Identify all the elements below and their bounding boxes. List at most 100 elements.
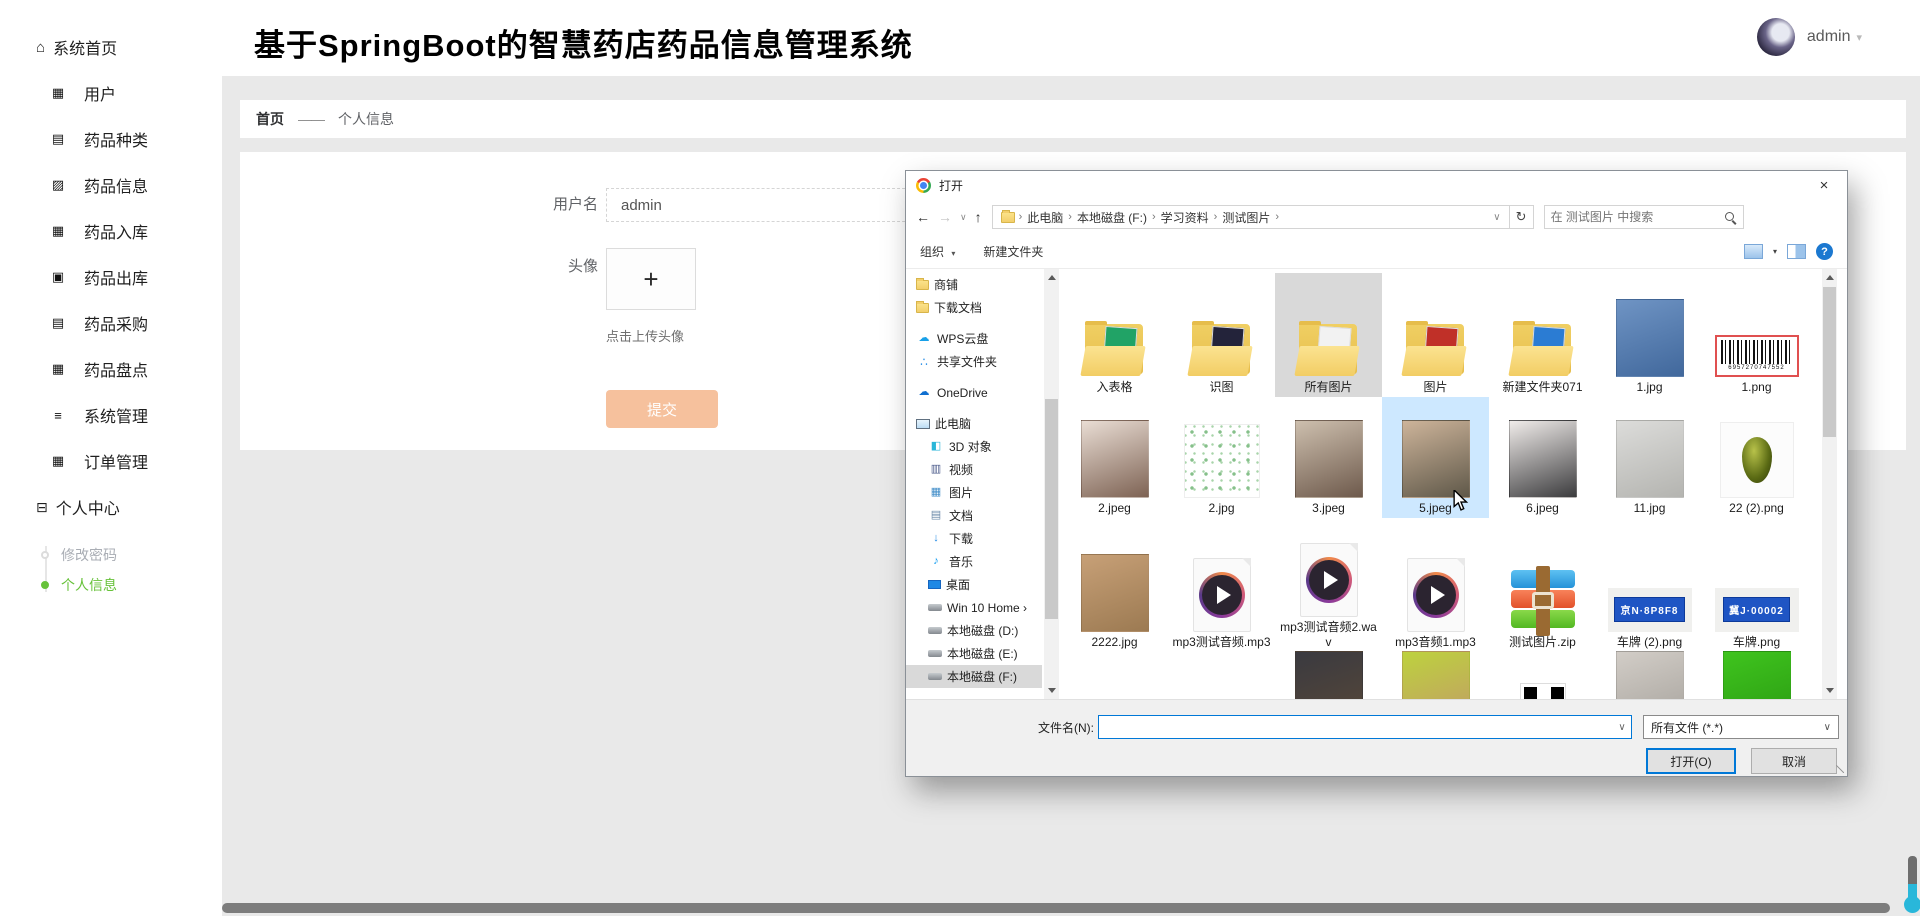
sidebar-item-药品盘点[interactable]: ▦药品盘点 bbox=[0, 346, 222, 392]
address-segment[interactable]: 本地磁盘 (F:) bbox=[1072, 209, 1152, 226]
search-icon[interactable] bbox=[1724, 211, 1737, 224]
tree-scrollbar[interactable] bbox=[1044, 269, 1059, 699]
sidebar-subitem-修改密码[interactable]: 修改密码 bbox=[0, 540, 222, 570]
address-segment[interactable]: 学习资料 bbox=[1156, 209, 1214, 226]
preview-pane-icon[interactable] bbox=[1787, 244, 1806, 259]
tree-item-共享文件夹[interactable]: ∴共享文件夹 bbox=[906, 350, 1042, 373]
file-item-入表格[interactable]: 入表格 bbox=[1061, 273, 1168, 397]
sidebar-item-药品入库[interactable]: ▦药品入库 bbox=[0, 208, 222, 254]
submit-button[interactable]: 提交 bbox=[606, 390, 718, 428]
filetype-select[interactable]: 所有文件 (*.*) ∨ bbox=[1643, 715, 1839, 739]
tree-item-图片[interactable]: ▦图片 bbox=[906, 481, 1042, 504]
search-input[interactable] bbox=[1551, 210, 1724, 224]
tree-item-视频[interactable]: ▥视频 bbox=[906, 458, 1042, 481]
organize-button[interactable]: 组织 ▾ bbox=[920, 243, 955, 260]
tree-item-本地磁盘 (D:)[interactable]: 本地磁盘 (D:) bbox=[906, 619, 1042, 642]
address-segment[interactable]: 此电脑 bbox=[1022, 209, 1068, 226]
tree-item-下载[interactable]: ↓下载 bbox=[906, 527, 1042, 550]
file-item-11.jpg[interactable]: 11.jpg bbox=[1596, 397, 1703, 518]
sidebar-item-药品出库[interactable]: ▣药品出库 bbox=[0, 254, 222, 300]
up-icon[interactable]: ↑ bbox=[975, 209, 982, 225]
history-dropdown-icon[interactable]: ∨ bbox=[960, 212, 967, 223]
file-item-mp3测试音频2.wav[interactable]: mp3测试音频2.wav bbox=[1275, 518, 1382, 652]
sidebar-item-药品种类[interactable]: ▤药品种类 bbox=[0, 116, 222, 162]
sidebar-subitem-个人信息[interactable]: 个人信息 bbox=[0, 570, 222, 600]
file-item-2222.jpg[interactable]: 2222.jpg bbox=[1061, 518, 1168, 652]
tree-item-本地磁盘 (F:)[interactable]: 本地磁盘 (F:) bbox=[906, 665, 1042, 688]
filename-input[interactable] bbox=[1099, 716, 1613, 738]
scroll-down-icon[interactable] bbox=[1044, 684, 1059, 699]
sidebar-item-用户[interactable]: ▦用户 bbox=[0, 70, 222, 116]
scroll-up-icon[interactable] bbox=[1822, 269, 1837, 284]
file-item-识图[interactable]: 识图 bbox=[1168, 273, 1275, 397]
view-dropdown-icon[interactable]: ▾ bbox=[1773, 247, 1777, 256]
refresh-button[interactable]: ↻ bbox=[1510, 205, 1534, 229]
page-horizontal-scrollbar[interactable] bbox=[222, 903, 1890, 913]
file-item-测试图片.zip[interactable]: 测试图片.zip bbox=[1489, 518, 1596, 652]
combo-dropdown-icon[interactable]: ∨ bbox=[1613, 722, 1631, 733]
file-item-partial[interactable] bbox=[1382, 652, 1489, 699]
sidebar-item-personal-center[interactable]: ⊟ 个人中心 bbox=[0, 484, 222, 530]
file-item-1.jpg[interactable]: 1.jpg bbox=[1596, 273, 1703, 397]
file-item-车牌.png[interactable]: 冀J·00002车牌.png bbox=[1703, 518, 1810, 652]
cancel-button[interactable]: 取消 bbox=[1751, 748, 1837, 774]
tree-item-此电脑[interactable]: 此电脑 bbox=[906, 412, 1042, 435]
breadcrumb-home[interactable]: 首页 bbox=[256, 109, 284, 129]
forward-icon[interactable]: → bbox=[938, 209, 952, 225]
file-item-partial[interactable] bbox=[1061, 652, 1168, 699]
address-bar[interactable]: › 此电脑›本地磁盘 (F:)›学习资料›测试图片› ∨ bbox=[992, 205, 1510, 229]
tree-item-3D 对象[interactable]: ◧3D 对象 bbox=[906, 435, 1042, 458]
address-segment[interactable]: 测试图片 bbox=[1217, 209, 1275, 226]
tree-item-Win 10 Home ›[interactable]: Win 10 Home › bbox=[906, 596, 1042, 619]
file-item-mp3音频1.mp3[interactable]: mp3音频1.mp3 bbox=[1382, 518, 1489, 652]
scrollbar-thumb[interactable] bbox=[1823, 287, 1836, 437]
file-item-3.jpeg[interactable]: 3.jpeg bbox=[1275, 397, 1382, 518]
avatar-upload-box[interactable]: + bbox=[606, 248, 696, 310]
dialog-titlebar[interactable]: 打开 × bbox=[906, 171, 1847, 199]
sidebar-item-药品信息[interactable]: ▨药品信息 bbox=[0, 162, 222, 208]
scrollbar-thumb[interactable] bbox=[1045, 399, 1058, 619]
tree-item-WPS云盘[interactable]: ☁WPS云盘 bbox=[906, 327, 1042, 350]
sidebar-item-订单管理[interactable]: ▦订单管理 bbox=[0, 438, 222, 484]
open-button[interactable]: 打开(O) bbox=[1646, 748, 1736, 774]
file-item-图片[interactable]: 图片 bbox=[1382, 273, 1489, 397]
sidebar-item-home[interactable]: ⌂ 系统首页 bbox=[0, 24, 222, 70]
avatar[interactable] bbox=[1757, 18, 1795, 56]
file-item-22 (2).png[interactable]: 22 (2).png bbox=[1703, 397, 1810, 518]
file-grid-scrollbar[interactable] bbox=[1822, 269, 1837, 699]
tree-item-音乐[interactable]: ♪音乐 bbox=[906, 550, 1042, 573]
tree-item-本地磁盘 (E:)[interactable]: 本地磁盘 (E:) bbox=[906, 642, 1042, 665]
resize-grip[interactable] bbox=[1836, 765, 1844, 773]
file-item-所有图片[interactable]: 所有图片 bbox=[1275, 273, 1382, 397]
help-icon[interactable]: ? bbox=[1816, 243, 1833, 260]
file-item-partial[interactable] bbox=[1168, 652, 1275, 699]
tree-item-桌面[interactable]: 桌面 bbox=[906, 573, 1042, 596]
scroll-up-icon[interactable] bbox=[1044, 269, 1059, 284]
file-item-partial[interactable] bbox=[1596, 652, 1703, 699]
sidebar-item-系统管理[interactable]: ≡系统管理 bbox=[0, 392, 222, 438]
tree-item-OneDrive[interactable]: ☁OneDrive bbox=[906, 381, 1042, 404]
page-scrollbar-knob[interactable] bbox=[1904, 896, 1920, 913]
file-item-新建文件夹071[interactable]: 新建文件夹071 bbox=[1489, 273, 1596, 397]
address-dropdown-icon[interactable]: ∨ bbox=[1489, 212, 1504, 223]
tree-item-商铺[interactable]: 商铺 bbox=[906, 273, 1042, 296]
tree-item-下载文档[interactable]: 下载文档 bbox=[906, 296, 1042, 319]
new-folder-button[interactable]: 新建文件夹 bbox=[983, 243, 1043, 260]
close-icon[interactable]: × bbox=[1811, 177, 1837, 194]
user-menu[interactable]: admin ▾ bbox=[1757, 18, 1862, 56]
file-item-2.jpg[interactable]: 2.jpg bbox=[1168, 397, 1275, 518]
file-item-2.jpeg[interactable]: 2.jpeg bbox=[1061, 397, 1168, 518]
file-item-partial[interactable] bbox=[1703, 652, 1810, 699]
scroll-down-icon[interactable] bbox=[1822, 684, 1837, 699]
sidebar-item-药品采购[interactable]: ▤药品采购 bbox=[0, 300, 222, 346]
tree-item-文档[interactable]: ▤文档 bbox=[906, 504, 1042, 527]
file-item-1.png[interactable]: 69572707475521.png bbox=[1703, 273, 1810, 397]
file-item-partial[interactable] bbox=[1489, 652, 1596, 699]
file-item-mp3测试音频.mp3[interactable]: mp3测试音频.mp3 bbox=[1168, 518, 1275, 652]
file-item-5.jpeg[interactable]: 5.jpeg bbox=[1382, 397, 1489, 518]
file-item-车牌 (2).png[interactable]: 京N·8P8F8车牌 (2).png bbox=[1596, 518, 1703, 652]
thumbnail-view-icon[interactable] bbox=[1744, 244, 1763, 259]
file-item-partial[interactable] bbox=[1275, 652, 1382, 699]
file-item-6.jpeg[interactable]: 6.jpeg bbox=[1489, 397, 1596, 518]
back-icon[interactable]: ← bbox=[916, 209, 930, 225]
